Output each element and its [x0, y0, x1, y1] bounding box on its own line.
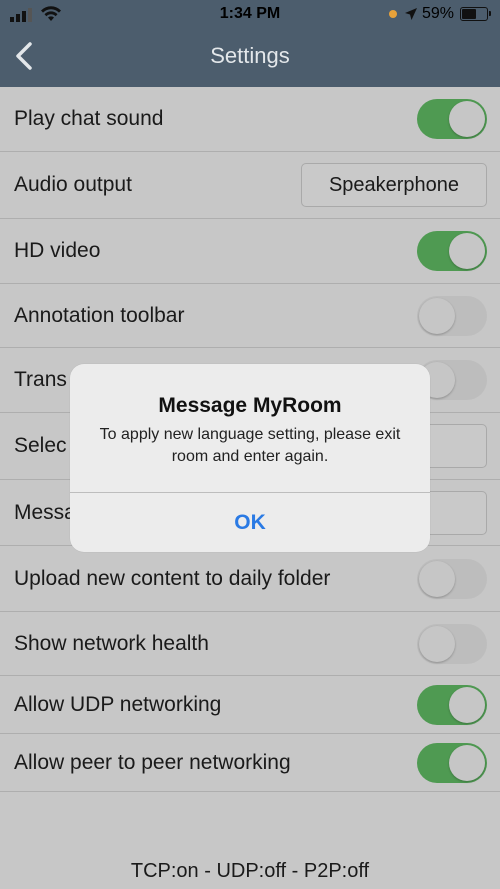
alert-message: To apply new language setting, please ex… [99, 426, 401, 465]
alert-overlay: Message MyRoom To apply new language set… [0, 0, 500, 889]
alert-dialog: Message MyRoom To apply new language set… [70, 364, 430, 552]
alert-title: Message MyRoom [158, 394, 342, 417]
alert-ok-button[interactable]: OK [70, 493, 430, 552]
